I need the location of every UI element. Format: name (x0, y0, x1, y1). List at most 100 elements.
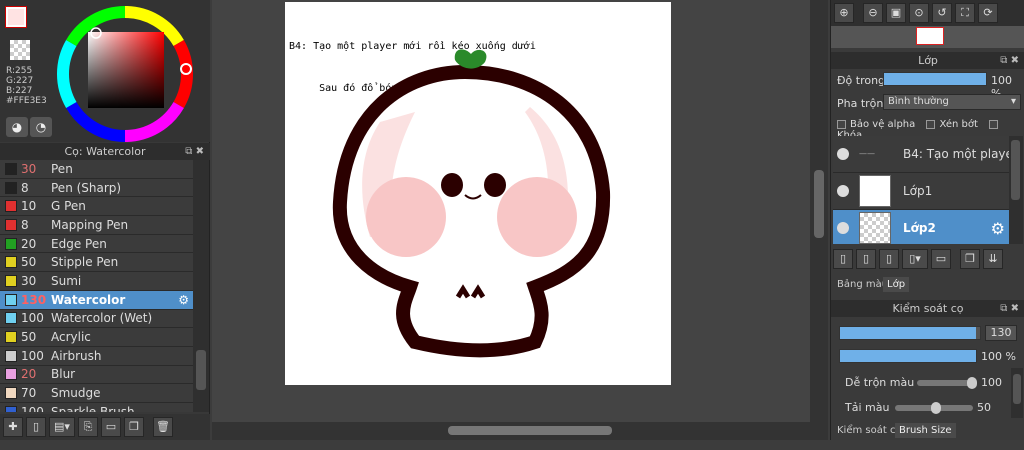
transparent-color-swatch[interactable] (10, 40, 30, 60)
brush-size: 50 (21, 255, 37, 270)
clipping-checkbox[interactable]: Xén bớt (926, 119, 978, 130)
brush-size-input[interactable]: 130 (985, 325, 1017, 341)
reset-view-icon[interactable]: ⟳ (978, 3, 998, 23)
brush-control-header: Kiểm soát cọ ⧉ ✖ (831, 300, 1024, 317)
brush-opacity-slider[interactable] (839, 349, 977, 363)
tab-brush-size[interactable]: Brush Size (895, 423, 956, 438)
canvas-vertical-scrollbar[interactable] (810, 0, 828, 440)
brush-item[interactable]: 100 Airbrush (0, 346, 193, 366)
canvas-area[interactable]: B4: Tạo một player mới rồi kéo xuống dướ… (212, 0, 828, 440)
color-wheel[interactable] (56, 5, 194, 143)
scroll-thumb[interactable] (448, 426, 612, 435)
brush-item[interactable]: 30 Pen (0, 160, 193, 179)
brush-menu-icon[interactable]: ▤▾ (49, 417, 75, 437)
rgb-readout: R:255 G:227 B:227 #FFE3E3 (6, 66, 47, 106)
brush-list: 30 Pen 8 Pen (Sharp) 10 G Pen 8 Mapping Pen 20 Ed… (0, 160, 193, 412)
brush-item[interactable]: 130 Watercolor ⚙ (0, 290, 193, 310)
panel-header-icons[interactable]: ⧉ ✖ (1000, 300, 1019, 317)
layer-row[interactable]: Lớp2 ⚙ (833, 210, 1009, 244)
brush-item[interactable]: 20 Blur (0, 365, 193, 385)
eye-icon[interactable] (837, 148, 849, 160)
scroll-thumb[interactable] (196, 350, 206, 390)
trash-icon[interactable]: 🗑 (153, 417, 173, 437)
layer-row[interactable]: Lớp1 (833, 173, 1009, 210)
folder-icon[interactable]: ▭ (931, 249, 951, 269)
brush-name: Stipple Pen (51, 255, 119, 270)
layer-list-scrollbar[interactable] (1009, 136, 1023, 244)
brush-size: 100 (21, 404, 44, 412)
brush-list-scrollbar[interactable] (193, 160, 209, 412)
scroll-thumb[interactable] (1013, 374, 1021, 404)
brush-item[interactable]: 50 Stipple Pen (0, 253, 193, 273)
blend-label: Pha trộn (837, 97, 884, 110)
brush-size: 130 (21, 292, 47, 307)
rotate-icon[interactable]: ↺ (932, 3, 952, 23)
palette-icon[interactable]: ◕ (6, 117, 28, 137)
brush-name: Blur (51, 367, 76, 382)
palette-add-icon[interactable]: ◔ (30, 117, 52, 137)
slider-knob[interactable] (967, 377, 977, 389)
brush-color-icon (5, 331, 17, 344)
gear-icon[interactable]: ⚙ (178, 293, 189, 307)
brush-item[interactable]: 100 Watercolor (Wet) (0, 309, 193, 329)
fit-view-icon[interactable]: ▣ (886, 3, 906, 23)
foreground-color-swatch[interactable] (5, 6, 27, 28)
brush-control-scrollbar[interactable] (1011, 368, 1023, 418)
eye-icon[interactable] (837, 222, 849, 234)
fullscreen-icon[interactable]: ⛶ (955, 3, 975, 23)
protect-alpha-checkbox[interactable]: Bảo vệ alpha (837, 119, 915, 130)
zoom-in-icon[interactable]: ⊕ (834, 3, 854, 23)
copy-layer-icon[interactable]: ▯ (879, 249, 899, 269)
brush-item[interactable]: 8 Pen (Sharp) (0, 178, 193, 198)
hex-value: #FFE3E3 (6, 96, 47, 106)
brush-size: 100 (21, 348, 44, 363)
eye-icon[interactable] (837, 185, 849, 197)
scroll-thumb[interactable] (814, 170, 824, 238)
brush-name: Sparkle Brush (51, 404, 135, 412)
layer-toolbar: ▯ ▯ ▯ ▯▾ ▭ ❐ ⇊ (833, 249, 1003, 269)
actual-size-icon[interactable]: ⊙ (909, 3, 929, 23)
brush-name: Watercolor (51, 292, 126, 307)
scroll-thumb[interactable] (1011, 140, 1020, 200)
canvas-horizontal-scrollbar[interactable] (212, 422, 810, 440)
slider-knob[interactable] (931, 402, 941, 414)
brush-item[interactable]: 10 G Pen (0, 197, 193, 217)
new-brush-icon[interactable]: ▯ (26, 417, 46, 437)
add-brush-icon[interactable]: ✚ (3, 417, 23, 437)
brush-name: G Pen (51, 199, 86, 214)
tab-layer[interactable]: Lớp (883, 277, 910, 292)
rgb-r: R:255 (6, 66, 33, 76)
canvas-paper[interactable]: B4: Tạo một player mới rồi kéo xuống dướ… (285, 2, 671, 385)
duplicate-icon[interactable]: ❐ (124, 417, 144, 437)
blend-color-slider[interactable] (917, 380, 973, 386)
new-layer-icon[interactable]: ▯ (833, 249, 853, 269)
navigator-thumbnail[interactable] (916, 27, 944, 45)
gear-icon[interactable]: ⚙ (991, 219, 1005, 238)
blend-mode-select[interactable]: Bình thường ▾ (883, 94, 1021, 110)
brush-size: 70 (21, 386, 37, 401)
new-layer-alt-icon[interactable]: ▯ (856, 249, 876, 269)
duplicate-icon[interactable]: ❐ (960, 249, 980, 269)
brush-item[interactable]: 100 Sparkle Brush (0, 402, 193, 412)
brush-name: Watercolor (Wet) (51, 311, 153, 326)
brush-color-icon (5, 387, 17, 400)
merge-icon[interactable]: ⇊ (983, 249, 1003, 269)
folder-icon[interactable]: ▭ (101, 417, 121, 437)
brush-item[interactable]: 30 Sumi (0, 272, 193, 291)
zoom-out-icon[interactable]: ⊖ (863, 3, 883, 23)
copy-brush-icon[interactable]: ⎘ (78, 417, 98, 437)
brush-size-slider[interactable] (839, 326, 981, 340)
brush-item[interactable]: 8 Mapping Pen (0, 216, 193, 235)
brush-item[interactable]: 70 Smudge (0, 384, 193, 403)
panel-header-icons[interactable]: ⧉ ✖ (1000, 52, 1019, 69)
brush-item[interactable]: 50 Acrylic (0, 328, 193, 347)
add-layer-menu-icon[interactable]: ▯▾ (902, 249, 928, 269)
panel-header-icons[interactable]: ⧉ ✖ (185, 143, 204, 160)
brush-panel-header: Cọ: Watercolor ⧉ ✖ (0, 143, 210, 160)
layer-row[interactable]: —— B4: Tạo một player mới rồi kéo xuống … (833, 136, 1009, 173)
brush-item[interactable]: 20 Edge Pen (0, 234, 193, 254)
layer-opacity-slider[interactable] (883, 72, 987, 86)
reload-label: Tải màu (845, 401, 890, 414)
navigator-strip[interactable] (831, 26, 1024, 48)
brush-size: 30 (21, 273, 37, 288)
